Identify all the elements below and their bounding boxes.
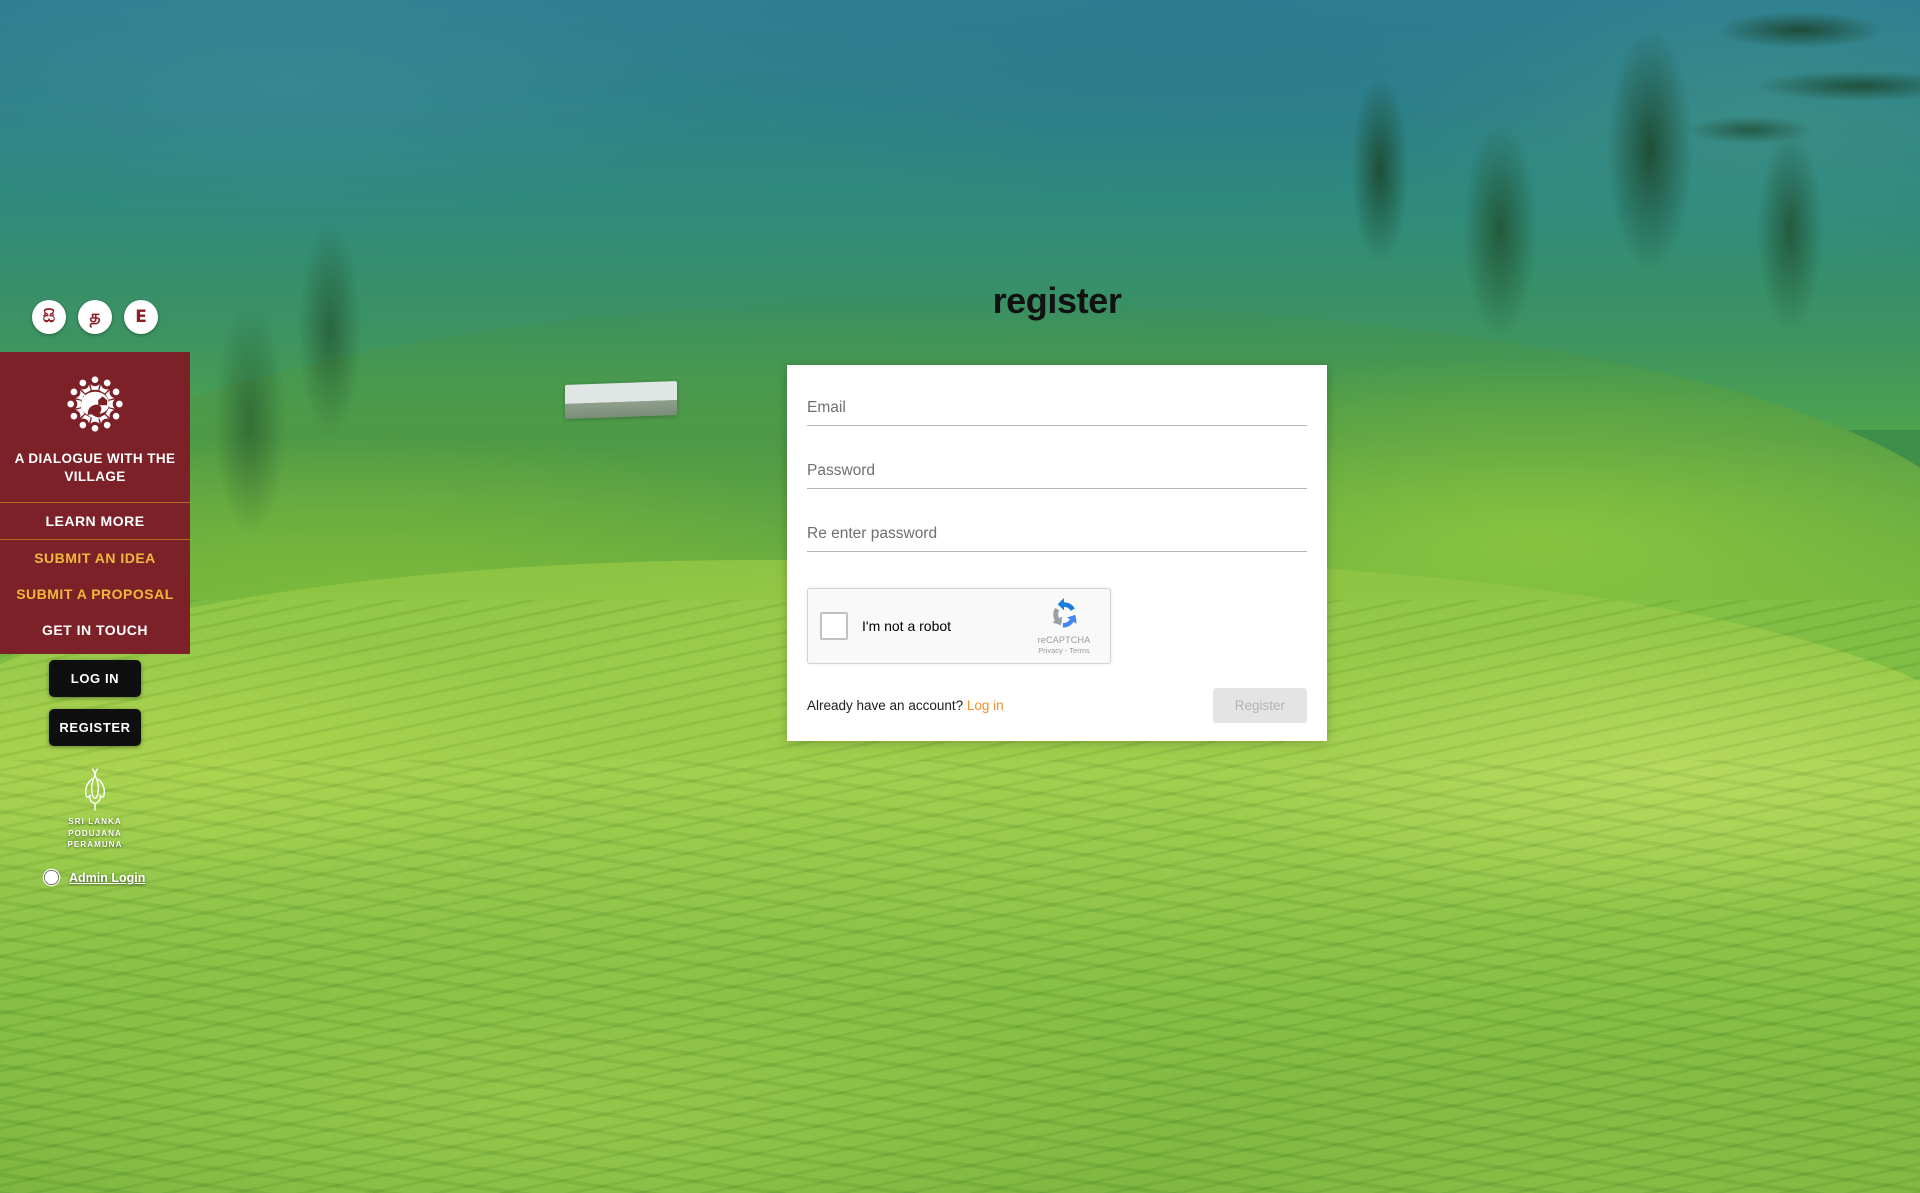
background-branch xyxy=(1500,0,1920,200)
register-submit-button[interactable]: Register xyxy=(1212,688,1307,723)
register-card: I'm not a robot reCAPTCHA Privacy - Term… xyxy=(787,365,1327,741)
auth-button-group: LOG IN REGISTER xyxy=(0,660,190,746)
brand-title: A DIALOGUE WITH THE VILLAGE xyxy=(14,451,176,485)
recaptcha-checkbox[interactable] xyxy=(820,612,848,640)
party-name: SRI LANKA PODUJANA PERAMUNA xyxy=(67,816,122,851)
sidebar-item-submit-an-idea[interactable]: SUBMIT AN IDEA xyxy=(0,540,190,576)
language-switcher: සි த E xyxy=(32,300,158,334)
background-terrace-texture-lower xyxy=(0,760,1920,1193)
register-card-footer: Already have an account? Log in Register xyxy=(787,674,1327,741)
admin-login-label: Admin Login xyxy=(69,870,146,885)
party-name-line2: PODUJANA xyxy=(68,828,122,838)
email-field-wrapper xyxy=(807,399,1307,426)
recaptcha-icon xyxy=(1052,597,1077,628)
sidebar-item-submit-a-proposal[interactable]: SUBMIT A PROPOSAL xyxy=(0,576,190,612)
log-in-button[interactable]: LOG IN xyxy=(49,660,141,697)
recaptcha-check-area[interactable]: I'm not a robot xyxy=(808,612,1024,640)
language-label-english: E xyxy=(135,306,147,327)
language-button-english[interactable]: E xyxy=(124,300,158,334)
emblem-container xyxy=(0,352,190,446)
recaptcha-brand-name: reCAPTCHA xyxy=(1037,634,1091,645)
party-name-line1: SRI LANKA xyxy=(68,817,122,826)
reenter-password-input[interactable] xyxy=(807,525,1307,552)
admin-login-link[interactable]: Admin Login xyxy=(42,868,145,887)
password-input[interactable] xyxy=(807,462,1307,489)
language-button-sinhala[interactable]: සි xyxy=(32,300,66,334)
sidebar: A DIALOGUE WITH THE VILLAGE LEARN MORE S… xyxy=(0,352,190,655)
register-page: සි த E A DIALOGUE WITH THE VILLAGE LEARN… xyxy=(0,0,1920,1193)
email-input[interactable] xyxy=(807,399,1307,426)
language-label-sinhala: සි xyxy=(42,306,56,327)
have-account-text-group: Already have an account? Log in xyxy=(807,698,1004,713)
login-link[interactable]: Log in xyxy=(967,698,1004,713)
party-name-line3: PERAMUNA xyxy=(67,840,123,850)
reenter-password-field-wrapper xyxy=(807,525,1307,552)
language-label-tamil: த xyxy=(89,306,101,327)
recaptcha-widget[interactable]: I'm not a robot reCAPTCHA Privacy - Term… xyxy=(807,588,1111,664)
sidebar-item-learn-more[interactable]: LEARN MORE xyxy=(0,503,190,539)
recaptcha-branding: reCAPTCHA Privacy - Terms xyxy=(1024,597,1110,655)
register-sidebar-button[interactable]: REGISTER xyxy=(49,709,141,746)
party-logo: SRI LANKA PODUJANA PERAMUNA xyxy=(0,768,190,851)
page-title: register xyxy=(992,280,1122,321)
compass-icon xyxy=(42,868,61,887)
lotus-bud-icon xyxy=(84,768,106,811)
recaptcha-legal[interactable]: Privacy - Terms xyxy=(1038,646,1090,655)
password-field-wrapper xyxy=(807,462,1307,489)
register-form: I'm not a robot reCAPTCHA Privacy - Term… xyxy=(787,365,1327,664)
recaptcha-label: I'm not a robot xyxy=(862,618,952,634)
have-account-text: Already have an account? xyxy=(807,698,964,713)
village-floral-emblem-icon xyxy=(67,376,123,432)
language-button-tamil[interactable]: த xyxy=(78,300,112,334)
sidebar-item-get-in-touch[interactable]: GET IN TOUCH xyxy=(0,612,190,648)
